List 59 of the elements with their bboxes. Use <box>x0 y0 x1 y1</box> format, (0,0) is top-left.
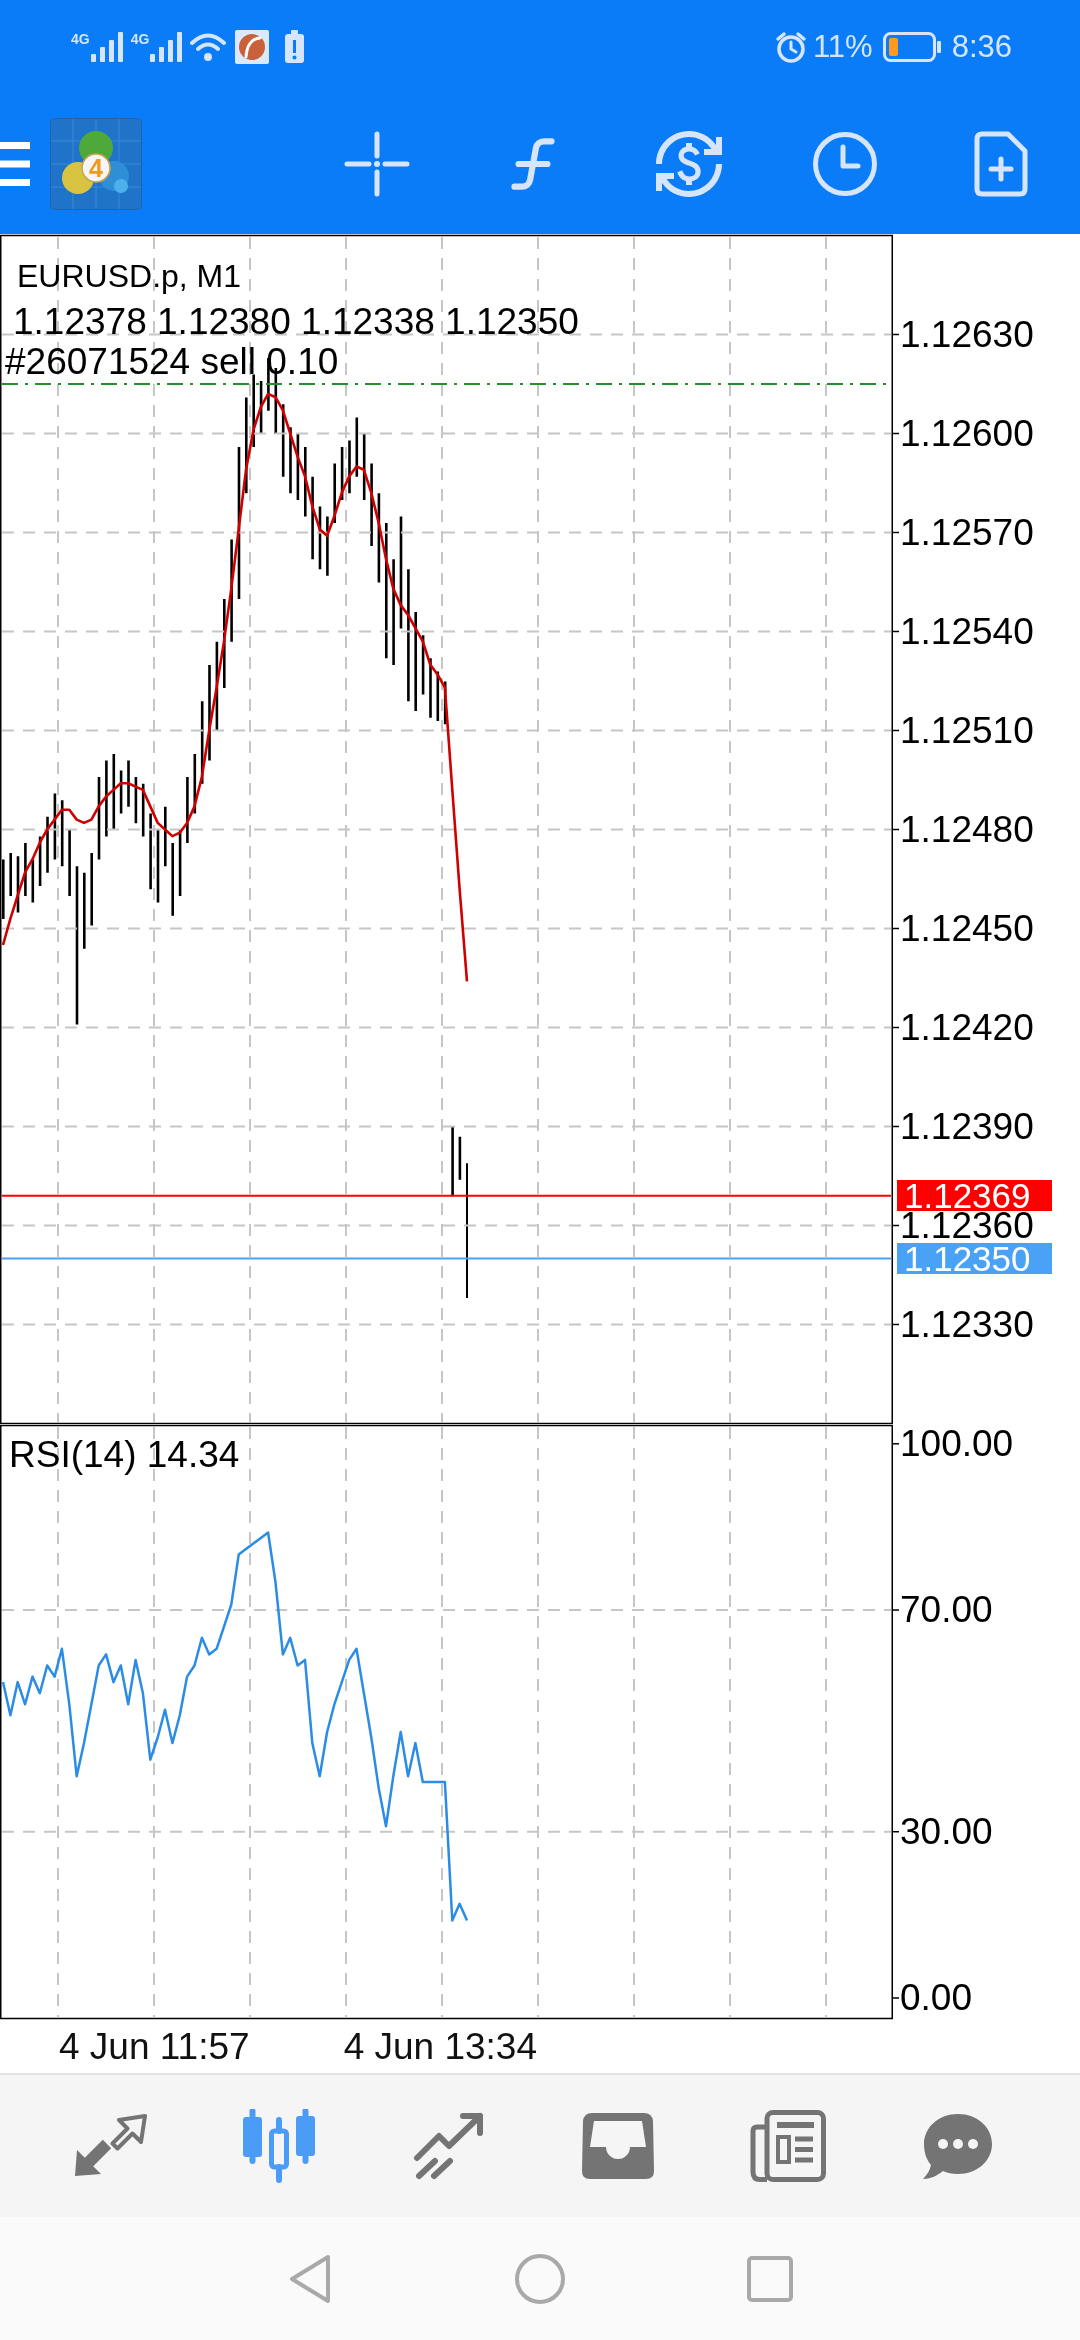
clock-icon <box>812 130 878 197</box>
candlestick-icon <box>242 2109 317 2183</box>
navigation-tab[interactable] <box>921 2112 994 2180</box>
clock-time: 8:36 <box>951 28 1012 65</box>
network-type-label: 4G <box>130 31 150 46</box>
navigation-tab[interactable] <box>749 2110 826 2182</box>
price-axis-label: 1.12330 <box>900 1310 1034 1339</box>
rsi-axis-label: 30.00 <box>900 1810 993 1853</box>
price-axis-label: 1.12600 <box>900 419 1034 448</box>
app-notification-icon <box>235 29 270 64</box>
back-icon <box>288 2253 332 2304</box>
price-axis-label: 1.12360 <box>900 1211 1034 1240</box>
price-axis-label: 1.12630 <box>900 320 1034 349</box>
timeframe-button[interactable] <box>812 130 878 197</box>
battery-percentage: 11% <box>812 28 873 65</box>
time-axis-label: 4 Jun 13:34 <box>343 2024 538 2069</box>
navigation-tab[interactable] <box>242 2109 317 2183</box>
inbox-icon <box>582 2113 655 2179</box>
rsi-title: RSI(14) 14.34 <box>9 1433 240 1477</box>
recents-icon <box>747 2255 793 2302</box>
rsi-axis-label: 0.00 <box>900 1977 972 2019</box>
price-tag: 1.12350 <box>897 1243 1052 1274</box>
battery-icon <box>882 31 941 62</box>
arrows-icon <box>72 2114 147 2178</box>
trend-arrow-icon <box>412 2112 485 2180</box>
new-order-button[interactable] <box>974 130 1028 197</box>
price-axis-label: 1.12540 <box>900 617 1034 646</box>
signal-icon <box>90 31 123 62</box>
network-type-label: 4G <box>71 31 90 46</box>
price-axis-label: 1.12420 <box>900 1013 1034 1042</box>
price-axis-label: 1.12480 <box>900 815 1034 844</box>
home-icon <box>515 2253 565 2304</box>
chat-bubble-icon <box>921 2112 994 2180</box>
back-button[interactable] <box>288 2253 332 2304</box>
price-axis-label: 1.12450 <box>900 914 1034 943</box>
newspaper-icon <box>749 2110 826 2182</box>
app-logo: 4 <box>50 117 142 210</box>
recents-button[interactable] <box>747 2255 793 2302</box>
battery-alert-icon <box>285 30 305 63</box>
home-button[interactable] <box>515 2253 565 2304</box>
document-plus-icon <box>974 130 1028 197</box>
price-axis-label: 1.12570 <box>900 518 1034 547</box>
navigation-tab[interactable] <box>72 2114 147 2178</box>
menu-button[interactable] <box>0 141 30 186</box>
menu-icon <box>0 141 30 186</box>
navigation-tab[interactable] <box>412 2112 485 2180</box>
crosshair-button[interactable] <box>344 130 410 197</box>
time-axis-label: 4 Jun 11:57 <box>59 2024 250 2069</box>
rsi-axis-label: 100.00 <box>900 1422 1014 1465</box>
price-tag: 1.12369 <box>897 1180 1052 1212</box>
rsi-axis-label: 70.00 <box>900 1589 993 1632</box>
price-axis-label: 1.12390 <box>900 1112 1034 1141</box>
chart-symbol-title: EURUSD.p, M1 <box>17 257 242 296</box>
crosshair-icon <box>344 130 410 197</box>
navigation-tab[interactable] <box>582 2113 655 2179</box>
wifi-icon <box>190 31 227 62</box>
price-axis-label: 1.12510 <box>900 716 1034 745</box>
alarm-icon <box>774 30 807 63</box>
signal-icon <box>150 31 183 62</box>
